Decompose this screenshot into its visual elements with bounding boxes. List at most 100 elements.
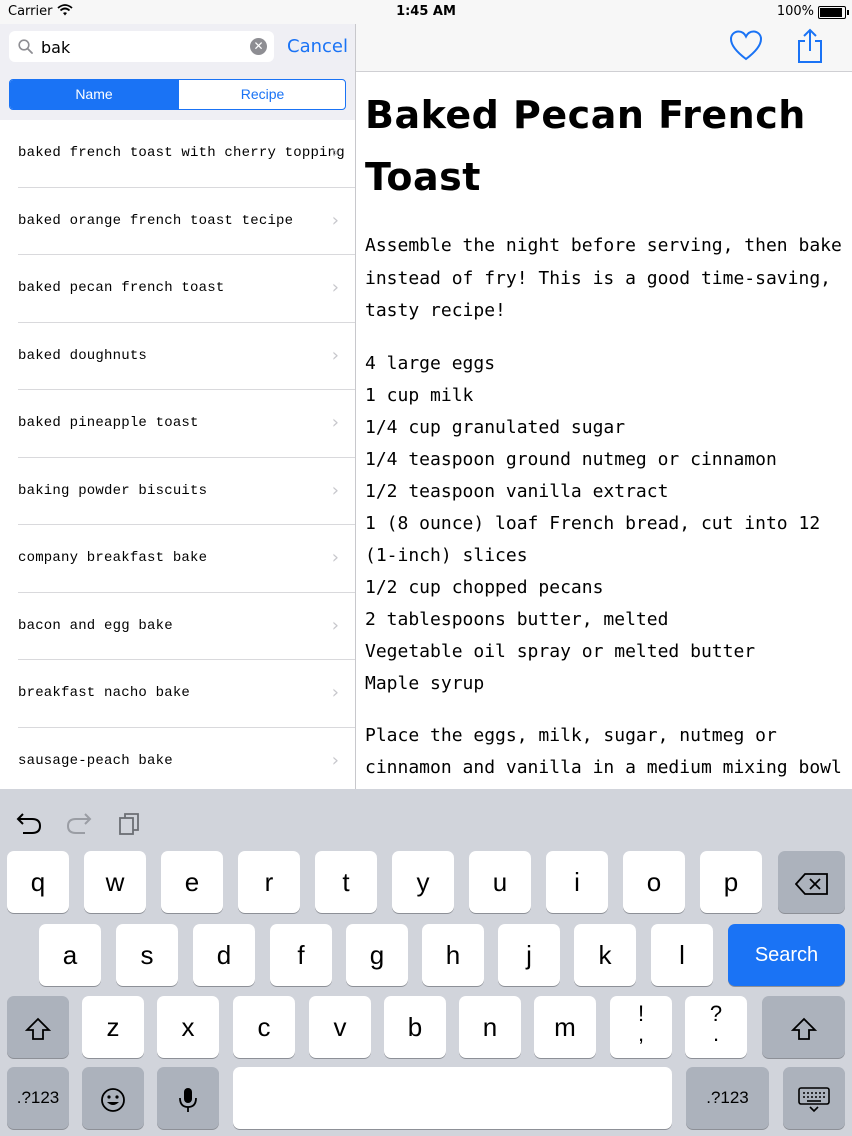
ingredient: 2 tablespoons butter, melted	[365, 608, 669, 630]
key-bottom-char: ,	[637, 1021, 645, 1046]
ingredient: 1 (8 ounce) loaf French bread, cut into …	[365, 512, 821, 566]
ingredient: 1/4 cup granulated sugar	[365, 416, 626, 438]
ingredient: 1/2 teaspoon vanilla extract	[365, 480, 669, 502]
emoji-key[interactable]	[82, 1067, 144, 1129]
list-item-label: baked doughnuts	[18, 347, 148, 364]
key-top-char: ?	[709, 1001, 723, 1026]
list-item[interactable]: company breakfast bake ›	[18, 525, 355, 593]
key-i[interactable]: i	[546, 851, 608, 913]
ingredients-list: 4 large eggs 1 cup milk 1/4 cup granulat…	[365, 348, 843, 700]
search-key[interactable]: Search	[728, 924, 845, 986]
list-item-label: baked french toast with cherry topping	[18, 145, 345, 161]
microphone-icon	[179, 1088, 197, 1113]
chevron-right-icon: ›	[331, 682, 339, 703]
key-x[interactable]: x	[157, 996, 219, 1058]
key-k[interactable]: k	[574, 924, 636, 986]
key-e[interactable]: e	[161, 851, 223, 913]
backspace-icon	[794, 873, 828, 896]
keyboard: q w e r t y u i o p a s d f g h j k l Se…	[0, 789, 852, 1136]
chevron-right-icon: ›	[331, 277, 339, 298]
list-item[interactable]: baked pineapple toast ›	[18, 390, 355, 458]
list-item[interactable]: baked pecan french toast ›	[18, 255, 355, 323]
shift-icon	[24, 1017, 52, 1041]
battery-percentage: 100%	[776, 4, 814, 19]
split-divider	[355, 24, 356, 789]
chevron-right-icon: ›	[331, 614, 339, 636]
key-z[interactable]: z	[82, 996, 144, 1058]
search-icon	[18, 39, 33, 54]
key-s[interactable]: s	[116, 924, 178, 986]
cancel-button[interactable]: Cancel	[287, 36, 348, 57]
shift-key-right[interactable]	[762, 996, 845, 1058]
key-o[interactable]: o	[623, 851, 685, 913]
search-input[interactable]	[41, 36, 241, 58]
emoji-icon	[101, 1088, 125, 1113]
backspace-key[interactable]	[778, 851, 845, 913]
battery-icon	[818, 6, 849, 19]
ingredient: Maple syrup	[365, 672, 485, 694]
key-c[interactable]: c	[233, 996, 295, 1058]
dismiss-keyboard-key[interactable]	[783, 1067, 845, 1129]
key-n[interactable]: n	[459, 996, 521, 1058]
list-item[interactable]: breakfast nacho bake ›	[18, 660, 355, 728]
detail-toolbar	[356, 24, 852, 72]
key-j[interactable]: j	[498, 924, 560, 986]
key-r[interactable]: r	[238, 851, 300, 913]
list-item-label: baked pineapple toast	[18, 415, 199, 431]
clock: 1:45 AM	[396, 4, 456, 19]
share-icon[interactable]	[797, 28, 823, 64]
list-item-label: baking powder biscuits	[18, 482, 208, 499]
shift-key-left[interactable]	[7, 996, 69, 1058]
numbers-key-left[interactable]: .?123	[7, 1067, 69, 1129]
status-bar: Carrier 1:45 AM 100%	[0, 0, 852, 24]
key-q[interactable]: q	[7, 851, 69, 913]
undo-icon[interactable]	[15, 811, 43, 835]
ingredient: Vegetable oil spray or melted butter	[365, 640, 756, 662]
dictation-key[interactable]	[157, 1067, 219, 1129]
chevron-right-icon: ›	[331, 749, 339, 771]
key-b[interactable]: b	[384, 996, 446, 1058]
key-g[interactable]: g	[346, 924, 408, 986]
numbers-key-right[interactable]: .?123	[686, 1067, 769, 1129]
list-item[interactable]: baked french toast with cherry topping ›	[18, 120, 355, 188]
ingredient: 4 large eggs	[365, 352, 496, 374]
recipe-detail: Baked Pecan French Toast Assemble the ni…	[365, 84, 843, 789]
ingredient: 1 cup milk	[365, 384, 474, 406]
key-exclamation-comma[interactable]: ! ,	[610, 996, 672, 1058]
key-f[interactable]: f	[270, 924, 332, 986]
clipboard-icon[interactable]	[117, 811, 143, 837]
list-item[interactable]: baked orange french toast tecipe ›	[18, 188, 355, 255]
clear-search-icon[interactable]: ✕	[250, 38, 267, 55]
search-bar[interactable]: ✕	[9, 31, 274, 62]
key-question-period[interactable]: ? .	[685, 996, 747, 1058]
key-p[interactable]: p	[700, 851, 762, 913]
key-l[interactable]: l	[651, 924, 713, 986]
space-key[interactable]	[233, 1067, 672, 1129]
list-item-label: baked orange french toast tecipe	[18, 212, 294, 229]
scope-name-segment[interactable]: Name	[10, 80, 178, 109]
scope-recipe-segment[interactable]: Recipe	[178, 80, 345, 109]
key-m[interactable]: m	[534, 996, 596, 1058]
key-a[interactable]: a	[39, 924, 101, 986]
list-item-label: bacon and egg bake	[18, 617, 173, 634]
key-w[interactable]: w	[84, 851, 146, 913]
key-d[interactable]: d	[193, 924, 255, 986]
key-t[interactable]: t	[315, 851, 377, 913]
heart-icon[interactable]	[728, 28, 764, 64]
search-header: ✕ Cancel Name Recipe	[0, 24, 355, 120]
keyboard-dismiss-icon	[798, 1087, 830, 1113]
list-item[interactable]: baking powder biscuits ›	[18, 458, 355, 525]
key-u[interactable]: u	[469, 851, 531, 913]
key-h[interactable]: h	[422, 924, 484, 986]
chevron-right-icon: ›	[331, 479, 339, 501]
list-item[interactable]: bacon and egg bake ›	[18, 593, 355, 660]
list-item[interactable]: sausage-peach bake ›	[18, 728, 355, 795]
list-item-label: company breakfast bake	[18, 550, 208, 566]
redo-icon[interactable]	[65, 811, 93, 835]
key-y[interactable]: y	[392, 851, 454, 913]
list-item[interactable]: baked doughnuts ›	[18, 323, 355, 390]
ingredient: 1/2 cup chopped pecans	[365, 576, 604, 598]
key-v[interactable]: v	[309, 996, 371, 1058]
list-item-label: breakfast nacho bake	[18, 685, 191, 701]
search-scope-control: Name Recipe	[9, 79, 346, 110]
